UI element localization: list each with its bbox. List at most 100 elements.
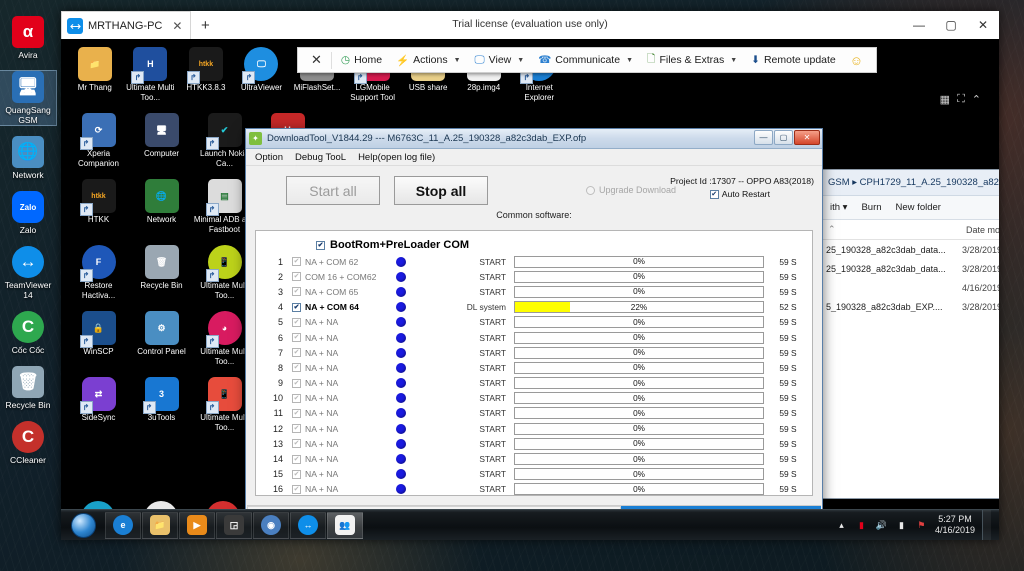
remote-icon-computer[interactable]: 🖥 Computer (130, 109, 193, 175)
port-row[interactable]: 14 ✔ NA + NA START 0% 59 S (256, 451, 812, 466)
host-desktop-icon[interactable]: α Avira (0, 16, 56, 60)
close-button[interactable]: ✕ (794, 130, 820, 145)
taskbar-remote-app[interactable]: ◲ (216, 511, 252, 539)
checkbox-icon[interactable]: ✔ (292, 287, 301, 297)
remote-icon-ultraviewer[interactable]: 🖵UltraViewer (234, 43, 290, 109)
remote-icon-3utools[interactable]: 33uTools (130, 373, 193, 439)
remote-icon-sidesync[interactable]: ⇄SideSync (67, 373, 130, 439)
port-cell[interactable]: ✔ NA + NA (292, 348, 384, 358)
port-cell[interactable]: ✔ NA + COM 64 (292, 302, 384, 312)
checkbox-icon[interactable]: ✔ (292, 272, 301, 282)
checkbox-icon[interactable]: ✔ (292, 257, 301, 267)
auto-restart-checkbox[interactable]: ✔ Auto Restart (709, 189, 770, 199)
menu-help[interactable]: Help(open log file) (358, 152, 435, 163)
close-button[interactable]: ✕ (967, 11, 999, 39)
toolbar-remote-update[interactable]: ⬇ Remote update (744, 48, 843, 72)
breadcrumb[interactable]: GSM ▸ CPH1729_11_A.25_190328_a82c3dab_EX… (822, 170, 999, 196)
menu-debug-tool[interactable]: Debug TooL (295, 152, 346, 163)
host-desktop-icon[interactable]: ↔ TeamViewer 14 (0, 246, 56, 300)
minimize-button[interactable]: — (754, 130, 773, 145)
port-cell[interactable]: ✔ NA + NA (292, 469, 384, 479)
upgrade-download-radio[interactable]: Upgrade Download (586, 185, 676, 195)
table-row[interactable]: 25_190328_a82c3dab_data... 3/28/2019 11:… (822, 259, 999, 278)
taskbar-windows-explorer[interactable]: 📁 (142, 511, 178, 539)
port-row[interactable]: 13 ✔ NA + NA START 0% 59 S (256, 436, 812, 451)
taskbar-downloadtool[interactable]: 👥 (327, 511, 363, 539)
explorer-window[interactable]: GSM ▸ CPH1729_11_A.25_190328_a82c3dab_EX… (821, 169, 999, 499)
toolbar-communicate[interactable]: ☎ Communicate ▼ (531, 48, 640, 72)
port-cell[interactable]: ✔ NA + NA (292, 363, 384, 373)
avira-icon[interactable]: ▮ (855, 519, 868, 532)
remote-icon-recycle-bin[interactable]: 🗑 Recycle Bin (130, 241, 193, 307)
checkbox-icon[interactable]: ✔ (292, 302, 301, 312)
port-cell[interactable]: ✔ COM 16 + COM62 (292, 272, 384, 282)
port-row[interactable]: 12 ✔ NA + NA START 0% 59 S (256, 421, 812, 436)
bootrom-preloader-checkbox[interactable]: ✔ BootRom+PreLoader COM (316, 239, 812, 251)
burn-button[interactable]: Burn (861, 202, 881, 213)
port-row[interactable]: 9 ✔ NA + NA START 0% 59 S (256, 376, 812, 391)
checkbox-icon[interactable]: ✔ (292, 454, 301, 464)
remote-icon-restore-hactiva[interactable]: FRestore Hactiva... (67, 241, 130, 307)
remote-icon-network[interactable]: 🌐 Network (130, 175, 193, 241)
port-row[interactable]: 2 ✔ COM 16 + COM62 START 0% 59 S (256, 269, 812, 284)
port-cell[interactable]: ✔ NA + NA (292, 484, 384, 494)
remote-icon-umt[interactable]: HUltimate Multi Too... (123, 43, 179, 109)
remote-icon-htkk383[interactable]: htkkHTKK3.8.3 (178, 43, 234, 109)
checkbox-icon[interactable]: ✔ (292, 484, 301, 494)
fullscreen-icon[interactable]: ⛶ (957, 93, 965, 106)
action-center-icon[interactable]: ⚑ (915, 519, 928, 532)
checkbox-icon[interactable]: ✔ (292, 317, 301, 327)
chevron-up-icon[interactable]: ▴ (835, 519, 848, 532)
port-cell[interactable]: ✔ NA + NA (292, 454, 384, 464)
remote-icon-mr-thang[interactable]: 📁 Mr Thang (67, 43, 123, 109)
remote-icon-control-panel[interactable]: ⚙ Control Panel (130, 307, 193, 373)
host-desktop-icon-quangsang-gsm[interactable]: 🖥 QuangSang GSM (0, 70, 57, 126)
minimize-button[interactable]: — (903, 11, 935, 39)
taskbar-coccoc-browser[interactable]: ◉ (253, 511, 289, 539)
volume-icon[interactable]: 🔊 (875, 519, 888, 532)
port-row[interactable]: 7 ✔ NA + NA START 0% 59 S (256, 345, 812, 360)
port-row[interactable]: 10 ✔ NA + NA START 0% 59 S (256, 391, 812, 406)
column-date-modified[interactable]: Date modified (966, 225, 999, 235)
toolbar-files-extras[interactable]: 🗋 Files & Extras ▼ (640, 48, 744, 72)
remote-icon-xperia-companion[interactable]: ⟳Xperia Companion (67, 109, 130, 175)
table-row[interactable]: 25_190328_a82c3dab_data... 3/28/2019 11:… (822, 240, 999, 259)
toolbar-smiley[interactable]: ☺ (843, 48, 870, 72)
port-cell[interactable]: ✔ NA + NA (292, 408, 384, 418)
host-desktop-icon[interactable]: C CCleaner (0, 421, 56, 465)
toolbar-home[interactable]: ◷ Home (334, 48, 389, 72)
host-desktop-icon[interactable]: 🗑 Recycle Bin (0, 366, 56, 410)
port-cell[interactable]: ✔ NA + NA (292, 317, 384, 327)
chevron-up-icon[interactable]: ⌃ (972, 93, 981, 106)
table-row[interactable]: 4/16/2019 5:22 PM (822, 278, 999, 297)
checkbox-icon[interactable]: ✔ (292, 333, 301, 343)
start-all-button[interactable]: Start all (286, 176, 380, 205)
maximize-button[interactable]: ▢ (935, 11, 967, 39)
port-cell[interactable]: ✔ NA + NA (292, 424, 384, 434)
port-row[interactable]: 16 ✔ NA + NA START 0% 59 S (256, 482, 812, 497)
toolbar-actions[interactable]: ⚡ Actions ▼ (389, 48, 467, 72)
checkbox-icon[interactable]: ✔ (292, 408, 301, 418)
remote-screen[interactable]: 📁Mr Thang HUltimate Multi Too... htkkHTK… (61, 39, 999, 540)
new-folder-button[interactable]: New folder (896, 202, 941, 213)
port-row[interactable]: 11 ✔ NA + NA START 0% 59 S (256, 406, 812, 421)
remote-icon-htkk[interactable]: htkkHTKK (67, 175, 130, 241)
taskbar-clock[interactable]: 5:27 PM 4/16/2019 (935, 514, 975, 536)
network-icon[interactable]: ▮ (895, 519, 908, 532)
checkbox-icon[interactable]: ✔ (292, 439, 301, 449)
port-row[interactable]: 3 ✔ NA + COM 65 START 0% 59 S (256, 284, 812, 299)
port-cell[interactable]: ✔ NA + COM 62 (292, 257, 384, 267)
port-row[interactable]: 15 ✔ NA + NA START 0% 59 S (256, 467, 812, 482)
port-cell[interactable]: ✔ NA + NA (292, 393, 384, 403)
menu-option[interactable]: Option (255, 152, 283, 163)
port-row[interactable]: 6 ✔ NA + NA START 0% 59 S (256, 330, 812, 345)
checkbox-icon[interactable]: ✔ (292, 469, 301, 479)
host-desktop-icon[interactable]: 🌐 Network (0, 136, 56, 180)
port-row[interactable]: 4 ✔ NA + COM 64 DL system 22% 52 S (256, 300, 812, 315)
grid-icon[interactable]: ▦ (940, 93, 950, 106)
checkbox-icon[interactable]: ✔ (292, 378, 301, 388)
port-cell[interactable]: ✔ NA + COM 65 (292, 287, 384, 297)
port-cell[interactable]: ✔ NA + NA (292, 333, 384, 343)
toolbar-view[interactable]: 🖵 View ▼ (468, 48, 532, 72)
taskbar-teamviewer[interactable]: ↔ (290, 511, 326, 539)
